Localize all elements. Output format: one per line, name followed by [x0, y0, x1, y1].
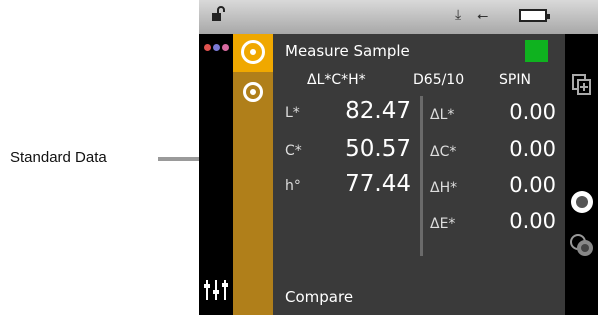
delta-value: 0.00	[509, 173, 556, 197]
delta-label: ΔE*	[430, 216, 456, 232]
delta-value: 0.00	[509, 100, 556, 124]
standard-label: L*	[285, 105, 300, 121]
mode-label[interactable]: ΔL*C*H*	[307, 72, 366, 88]
delta-value: 0.00	[509, 209, 556, 233]
callout-label: Standard Data	[10, 149, 107, 166]
left-column	[199, 34, 233, 315]
delta-label: ΔL*	[430, 107, 455, 123]
standard-label: C*	[285, 143, 302, 159]
usb-icon: ⭠	[477, 8, 489, 24]
status-bar: ⤓ ⭠	[199, 0, 598, 34]
delta-label: ΔH*	[430, 180, 458, 196]
delta-label: ΔC*	[430, 144, 457, 160]
target-icon[interactable]	[241, 40, 265, 64]
battery-icon	[519, 9, 550, 22]
measure-panel: Measure Sample ΔL*C*H* D65/10 SPIN L* 82…	[273, 34, 565, 315]
illuminant-label[interactable]: D65/10	[413, 72, 464, 88]
settings-sliders-icon[interactable]	[203, 278, 229, 302]
menu-dots-icon[interactable]	[204, 44, 230, 52]
compare-button[interactable]: Compare	[285, 288, 353, 306]
page-title: Measure Sample	[285, 42, 410, 60]
delta-value: 0.00	[509, 137, 556, 161]
target-small-icon[interactable]	[243, 82, 263, 102]
standard-value: 77.44	[345, 171, 411, 197]
standard-value: 82.47	[345, 98, 411, 124]
copy-icon[interactable]	[572, 74, 592, 96]
measure-icon[interactable]	[571, 191, 593, 213]
column-divider	[420, 96, 423, 256]
download-icon: ⤓	[455, 7, 462, 23]
standard-label: h°	[285, 178, 301, 194]
multi-measure-icon[interactable]	[569, 233, 595, 259]
sample-color-swatch	[525, 40, 548, 62]
standard-value: 50.57	[345, 136, 411, 162]
tool-column	[233, 34, 273, 315]
spin-label[interactable]: SPIN	[499, 72, 531, 88]
lock-icon	[212, 6, 225, 21]
device-screen: ⤓ ⭠ Measure Sample ΔL*C*H* D65/10 SPIN L…	[199, 0, 598, 315]
